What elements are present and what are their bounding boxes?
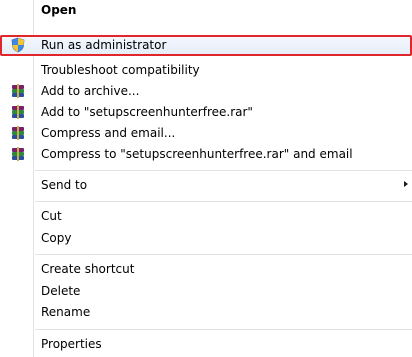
winrar-icon	[10, 125, 26, 141]
menu-item-label: Send to	[41, 178, 88, 192]
menu-item-label: Add to "setupscreenhunterfree.rar"	[41, 105, 253, 119]
menu-item-troubleshoot-compatibility[interactable]: Troubleshoot compatibility	[0, 60, 412, 81]
menu-item-label: Compress to "setupscreenhunterfree.rar" …	[41, 147, 353, 161]
menu-item-add-to-archive[interactable]: Add to archive...	[0, 81, 412, 102]
menu-item-label: Create shortcut	[41, 262, 135, 276]
menu-item-run-as-administrator[interactable]: Run as administrator	[0, 35, 412, 56]
uac-shield-icon	[10, 37, 26, 53]
menu-item-label: Copy	[41, 231, 72, 245]
menu-separator	[35, 170, 412, 171]
winrar-icon	[10, 104, 26, 120]
menu-item-cut[interactable]: Cut	[0, 206, 412, 227]
menu-separator	[35, 329, 412, 330]
menu-item-compress-and-email[interactable]: Compress and email...	[0, 123, 412, 144]
menu-item-label: Delete	[41, 284, 81, 298]
menu-separator	[35, 254, 412, 255]
menu-item-label: Run as administrator	[41, 38, 167, 52]
menu-item-label: Compress and email...	[41, 126, 176, 140]
menu-separator	[35, 201, 412, 202]
winrar-icon	[10, 83, 26, 99]
menu-item-delete[interactable]: Delete	[0, 281, 412, 302]
menu-item-compress-to-rar-and-email[interactable]: Compress to "setupscreenhunterfree.rar" …	[0, 144, 412, 165]
menu-item-rename[interactable]: Rename	[0, 302, 412, 323]
menu-item-add-to-rar[interactable]: Add to "setupscreenhunterfree.rar"	[0, 102, 412, 123]
menu-item-label: Add to archive...	[41, 84, 140, 98]
winrar-icon	[10, 146, 26, 162]
menu-item-properties[interactable]: Properties	[0, 334, 412, 355]
submenu-arrow-icon	[404, 181, 408, 187]
menu-item-open[interactable]: Open	[0, 0, 412, 21]
menu-item-label: Properties	[41, 337, 102, 351]
menu-item-label: Rename	[41, 305, 91, 319]
menu-item-label: Troubleshoot compatibility	[41, 63, 200, 77]
menu-item-copy[interactable]: Copy	[0, 228, 412, 249]
menu-item-create-shortcut[interactable]: Create shortcut	[0, 259, 412, 280]
menu-item-send-to[interactable]: Send to	[0, 175, 412, 196]
context-menu: Open Run as administrator Troubleshoot c…	[0, 0, 412, 357]
menu-item-label: Open	[41, 3, 77, 17]
menu-item-label: Cut	[41, 209, 62, 223]
